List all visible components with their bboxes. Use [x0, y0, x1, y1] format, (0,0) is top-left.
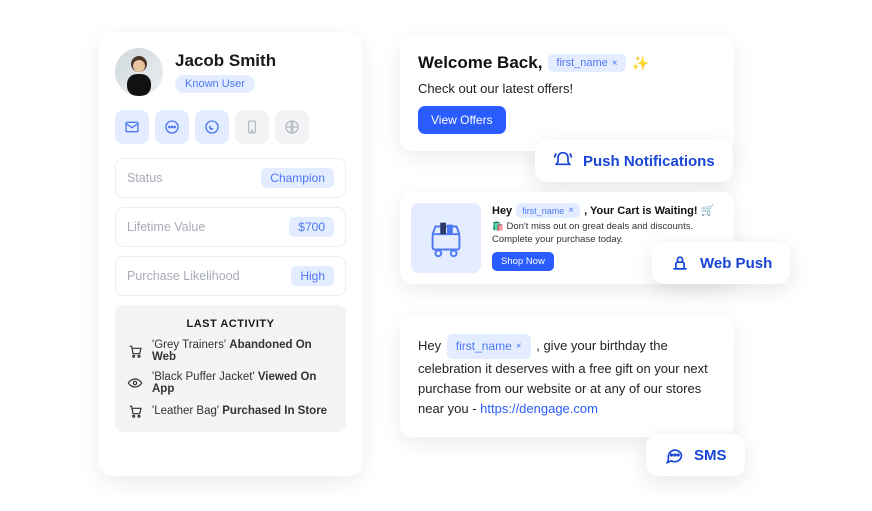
close-icon[interactable]: ×	[568, 205, 574, 216]
activity-item: 'Grey Trainers' Abandoned On Web	[127, 339, 334, 363]
mobile-icon[interactable]	[235, 110, 269, 144]
status-label: Status	[127, 171, 162, 185]
pl-label: Purchase Likelihood	[127, 269, 240, 283]
firstname-chip[interactable]: first_name×	[548, 54, 625, 72]
activity-text: 'Leather Bag' Purchased In Store	[152, 405, 327, 417]
shop-now-button[interactable]: Shop Now	[492, 252, 554, 271]
welcome-title-text: Welcome Back,	[418, 53, 542, 73]
pill-label: Web Push	[700, 255, 772, 272]
sms-text: Hey first_name × , give your birthday th…	[418, 334, 716, 419]
eye-icon	[127, 375, 143, 391]
activity-item: 'Leather Bag' Purchased In Store	[127, 403, 334, 419]
status-value: Champion	[261, 168, 334, 188]
activity-text: 'Grey Trainers' Abandoned On Web	[152, 339, 334, 363]
push-notifications-pill[interactable]: Push Notifications	[535, 140, 733, 182]
cart-icon	[127, 403, 143, 419]
cart-image	[411, 203, 481, 273]
cart-icon	[127, 343, 143, 359]
whatsapp-icon[interactable]	[195, 110, 229, 144]
sms-pill[interactable]: SMS	[646, 434, 745, 476]
close-icon[interactable]: ×	[516, 339, 522, 355]
lock-bell-icon	[670, 253, 690, 273]
pill-label: SMS	[694, 447, 727, 464]
pl-value: High	[291, 266, 334, 286]
firstname-chip[interactable]: first_name×	[516, 203, 580, 218]
profile-header: Jacob Smith Known User	[115, 48, 346, 96]
ltv-value: $700	[289, 217, 334, 237]
avatar	[115, 48, 163, 96]
chat-icon[interactable]	[155, 110, 189, 144]
close-icon[interactable]: ×	[612, 58, 618, 69]
pl-row: Purchase Likelihood High	[115, 256, 346, 296]
cart-title: Hey first_name× , Your Cart is Waiting! …	[492, 203, 723, 218]
status-row: Status Champion	[115, 158, 346, 198]
profile-name: Jacob Smith	[175, 51, 276, 71]
email-icon[interactable]	[115, 110, 149, 144]
activity-item: 'Black Puffer Jacket' Viewed On App	[127, 371, 334, 395]
activity-box: LAST ACTIVITY 'Grey Trainers' Abandoned …	[115, 305, 346, 432]
web-push-pill[interactable]: Web Push	[652, 242, 790, 284]
ltv-row: Lifetime Value $700	[115, 207, 346, 247]
sparkle-icon: ✨	[632, 55, 649, 72]
pill-label: Push Notifications	[583, 153, 715, 170]
activity-heading: LAST ACTIVITY	[127, 318, 334, 330]
globe-icon[interactable]	[275, 110, 309, 144]
chat-icon	[664, 445, 684, 465]
known-user-tag: Known User	[175, 75, 255, 93]
activity-text: 'Black Puffer Jacket' Viewed On App	[152, 371, 334, 395]
ltv-label: Lifetime Value	[127, 220, 205, 234]
firstname-chip[interactable]: first_name ×	[447, 334, 531, 359]
bell-icon	[553, 151, 573, 171]
sms-card: Hey first_name × , give your birthday th…	[400, 316, 734, 437]
welcome-card: Welcome Back, first_name× ✨ Check out ou…	[400, 36, 734, 151]
welcome-title: Welcome Back, first_name× ✨	[418, 53, 716, 73]
view-offers-button[interactable]: View Offers	[418, 106, 506, 134]
profile-card: Jacob Smith Known User Status Champion L…	[99, 32, 362, 476]
welcome-subtitle: Check out our latest offers!	[418, 81, 716, 96]
sms-link[interactable]: https://dengage.com	[480, 401, 598, 416]
channel-row	[115, 110, 346, 144]
